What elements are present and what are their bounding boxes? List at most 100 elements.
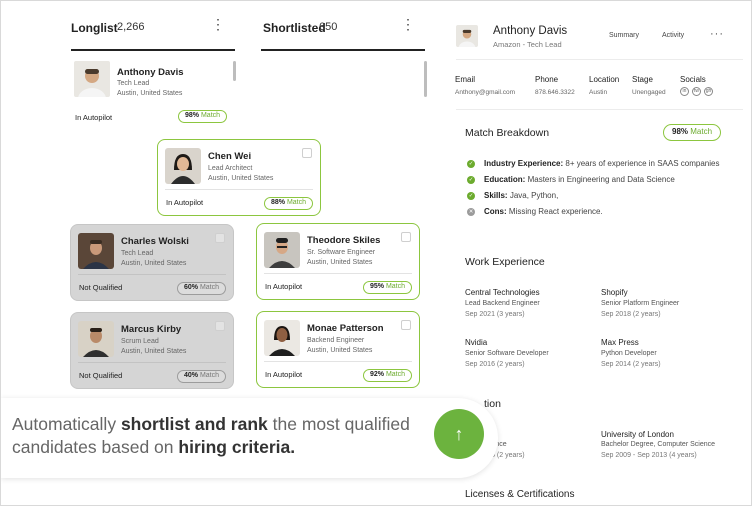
candidate-status: In Autopilot [166, 198, 204, 207]
match-badge: 95% Match [362, 281, 412, 294]
arrow-up-icon[interactable]: ↑ [434, 409, 484, 459]
candidate-location: Austin, United States [307, 347, 373, 354]
candidate-role: Tech Lead [121, 250, 154, 257]
match-badge: 92% Match [362, 369, 412, 382]
education-title: tion [484, 398, 501, 410]
info-header-stage: Stage [632, 75, 653, 84]
match-badge: 40% Match [176, 370, 226, 383]
job-role: Senior Software Developer [465, 350, 549, 357]
github-icon[interactable]: gh [704, 87, 713, 96]
longlist-header: Longlist 2,266 ⋮ [71, 15, 235, 51]
candidate-location: Austin, United States [307, 259, 373, 266]
candidate-name[interactable]: Anthony Davis [117, 67, 184, 78]
card-divider [264, 361, 412, 362]
info-header-socials: Socials [680, 75, 706, 84]
shortlisted-header: Shortlisted 650 ⋮ [261, 15, 425, 51]
divider [456, 109, 743, 110]
stage-value: Unengaged [632, 89, 666, 96]
job-role: Senior Platform Engineer [601, 300, 680, 307]
check-icon: ✓ [467, 159, 475, 168]
candidate-card[interactable]: Charles Wolski Tech Lead Austin, United … [70, 224, 234, 301]
candidate-card[interactable]: Marcus Kirby Scrum Lead Austin, United S… [70, 312, 234, 389]
match-breakdown-title: Match Breakdown [465, 127, 550, 139]
candidate-role: Sr. Software Engineer [307, 249, 376, 256]
card-divider [78, 274, 226, 275]
candidate-card[interactable]: Theodore Skiles Sr. Software Engineer Au… [256, 223, 420, 300]
match-badge: 88% Match [263, 197, 313, 210]
card-divider [264, 273, 412, 274]
job-company: Shopify [601, 288, 628, 297]
candidate-card[interactable]: Chen Wei Lead Architect Austin, United S… [157, 139, 321, 216]
job-dates: Sep 2014 (2 years) [601, 361, 661, 368]
criteria-item: ✓ Industry Experience: 8+ years of experi… [467, 159, 720, 168]
candidate-card[interactable]: Monae Patterson Backend Engineer Austin,… [256, 311, 420, 388]
longlist-title: Longlist [71, 21, 118, 35]
candidate-name: Chen Wei [208, 151, 252, 162]
longlist-scrollbar[interactable] [233, 61, 236, 81]
candidate-role: Lead Architect [208, 165, 253, 172]
candidate-location: Austin, United States [121, 260, 187, 267]
select-checkbox[interactable] [302, 148, 312, 158]
banner-text: Automatically shortlist and rank the mos… [12, 414, 410, 457]
job-role: Lead Backend Engineer [465, 300, 540, 307]
tab-summary[interactable]: Summary [609, 32, 639, 39]
app-frame: Longlist 2,266 ⋮ Shortlisted 650 ⋮ Antho… [0, 0, 752, 506]
more-options-icon[interactable]: ··· [710, 28, 724, 40]
candidate-location: Austin, United States [121, 348, 187, 355]
tab-activity[interactable]: Activity [662, 32, 684, 39]
avatar [264, 232, 300, 268]
twitter-icon[interactable]: tw [692, 87, 701, 96]
job-dates: Sep 2021 (3 years) [465, 311, 525, 318]
select-checkbox[interactable] [215, 233, 225, 243]
match-badge: 98% Match [663, 124, 722, 141]
candidate-name: Monae Patterson [307, 323, 384, 334]
candidate-status: Not Qualified [79, 371, 123, 380]
info-header-location: Location [589, 75, 620, 84]
shortlisted-kebab-icon[interactable]: ⋮ [401, 17, 415, 31]
candidate-name: Theodore Skiles [307, 235, 381, 246]
info-header-email: Email [455, 75, 476, 84]
candidate-status: In Autopilot [265, 282, 303, 291]
candidate-name: Marcus Kirby [121, 324, 182, 335]
job-company: Central Technologies [465, 288, 540, 297]
candidate-role: Scrum Lead [121, 338, 159, 345]
job-dates: Sep 2016 (2 years) [465, 361, 525, 368]
shortlisted-title: Shortlisted [263, 21, 326, 35]
licenses-title: Licenses & Certifications [465, 489, 575, 500]
check-icon: ✓ [467, 175, 475, 184]
job-company: Max Press [601, 338, 639, 347]
linkedin-icon[interactable]: in [680, 87, 689, 96]
detail-name: Anthony Davis [493, 25, 568, 37]
criteria-item: ✕ Cons: Missing React experience. [467, 207, 603, 216]
feature-banner: Automatically shortlist and rank the mos… [1, 398, 498, 478]
avatar [78, 321, 114, 357]
check-icon: ✓ [467, 191, 475, 200]
work-experience-title: Work Experience [465, 256, 545, 268]
job-role: Python Developer [601, 350, 657, 357]
select-checkbox[interactable] [401, 232, 411, 242]
avatar [165, 148, 201, 184]
job-dates: Sep 2018 (2 years) [601, 311, 661, 318]
criteria-item: ✓ Skills: Java, Python, [467, 191, 559, 200]
candidate-status: Not Qualified [79, 283, 123, 292]
phone-value: 878.646.3322 [535, 89, 575, 96]
select-checkbox[interactable] [401, 320, 411, 330]
education-dates: Sep 2009 - Sep 2013 (4 years) [601, 452, 697, 459]
avatar [264, 320, 300, 356]
longlist-count: 2,266 [117, 21, 145, 33]
shortlisted-scrollbar[interactable] [424, 61, 427, 97]
detail-company: Amazon - Tech Lead [493, 40, 562, 49]
email-value[interactable]: Anthony@gmail.com [455, 89, 515, 96]
longlist-kebab-icon[interactable]: ⋮ [211, 17, 225, 31]
match-badge: 98% Match [178, 110, 228, 123]
cross-icon: ✕ [467, 207, 475, 216]
location-value: Austin [589, 89, 608, 96]
candidate-status: In Autopilot [75, 113, 113, 122]
job-company: Nvidia [465, 338, 488, 347]
candidate-name: Charles Wolski [121, 236, 189, 247]
match-badge: 60% Match [176, 282, 226, 295]
candidate-status: In Autopilot [265, 370, 303, 379]
criteria-item: ✓ Education: Masters in Engineering and D… [467, 175, 675, 184]
select-checkbox[interactable] [215, 321, 225, 331]
candidate-role: Tech Lead [117, 80, 150, 87]
